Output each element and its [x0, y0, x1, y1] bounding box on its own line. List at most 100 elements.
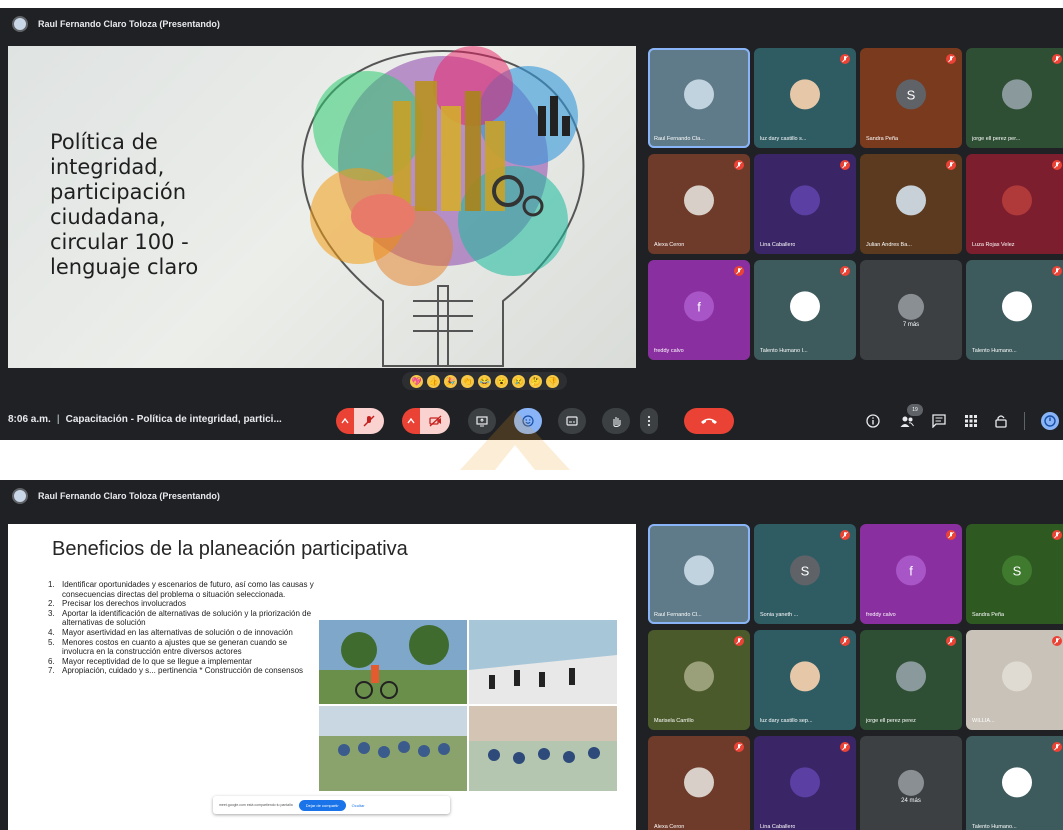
people-icon[interactable]	[900, 414, 914, 428]
reaction-emoji-button[interactable]: 👍	[427, 374, 440, 388]
meeting-details-info-icon[interactable]	[866, 414, 880, 428]
participant-tile[interactable]: Talento Humano I...	[754, 260, 856, 360]
reaction-emoji-button[interactable]: 🤔	[529, 374, 542, 388]
participant-name: jorge ell perez perez	[866, 718, 916, 724]
muted-mic-icon	[1052, 54, 1062, 64]
stop-sharing-button[interactable]: Dejar de compartir	[298, 799, 346, 811]
screen-share-banner: meet.google.com está compartiendo tu pan…	[213, 796, 450, 814]
participant-avatar	[684, 661, 714, 692]
timer-icon[interactable]	[1040, 411, 1060, 431]
list-item: 2. Precisar los derechos involucrados	[48, 599, 320, 609]
list-item-text: Mayor receptividad de lo que se llegue a…	[62, 656, 252, 666]
participant-tile[interactable]: Talento Humano...	[966, 260, 1063, 360]
reaction-emoji-button[interactable]: 😢	[512, 374, 525, 388]
host-controls-lock-icon[interactable]	[994, 414, 1008, 428]
shared-slide: Beneficios de la planeación participativ…	[8, 524, 636, 830]
participant-avatar	[790, 79, 820, 110]
participant-tile[interactable]: 24 más	[860, 736, 962, 830]
muted-mic-icon	[1052, 636, 1062, 646]
participant-name: Luza Rojas Velez	[972, 242, 1015, 248]
participant-avatar	[896, 185, 926, 216]
participant-tile[interactable]: jorge ell perez perez	[860, 630, 962, 730]
watermark-logo	[460, 410, 570, 470]
participant-tile[interactable]: Talento Humano...	[966, 736, 1063, 830]
muted-mic-icon	[946, 530, 956, 540]
participant-name: luz dary castillo s...	[760, 136, 807, 142]
list-item-number: 5.	[48, 637, 55, 647]
muted-mic-icon	[946, 636, 956, 646]
mic-options-button[interactable]	[336, 408, 354, 434]
presenting-bar: Raul Fernando Claro Toloza (Presentando)	[0, 8, 1063, 40]
grouped-avatars	[898, 293, 924, 320]
participant-name: Sonia yaneth ...	[760, 612, 799, 618]
participant-tile[interactable]: f freddy calvo	[648, 260, 750, 360]
reactions-bar: 💖 👍 🎉 👏 😂 😮 😢 🤔 👎	[402, 372, 567, 390]
muted-mic-icon	[734, 266, 744, 276]
participant-name: Marisela Carrillo	[654, 718, 694, 724]
hide-banner-button[interactable]: Ocultar	[352, 803, 365, 808]
participant-name: luz dary castillo sep...	[760, 718, 813, 724]
participant-tile[interactable]: Lina Caballero	[754, 154, 856, 254]
participant-name: freddy calvo	[654, 348, 684, 354]
chat-icon[interactable]	[932, 414, 946, 428]
participant-tile[interactable]: f freddy calvo	[860, 524, 962, 624]
participant-avatar: S	[1002, 555, 1032, 586]
participant-tile[interactable]: Lina Caballero	[754, 736, 856, 830]
participant-avatar	[1002, 185, 1032, 216]
participant-tile[interactable]: S Sandra Peña	[860, 48, 962, 148]
participant-name: Talento Humano...	[972, 348, 1017, 354]
participant-tile[interactable]: Raul Fernando Cla...	[648, 48, 750, 148]
reaction-emoji-button[interactable]: 🎉	[444, 374, 457, 388]
participant-tile[interactable]: Alexa Ceron	[648, 736, 750, 830]
participant-tile[interactable]: WILLIA...	[966, 630, 1063, 730]
participant-avatar	[1002, 767, 1032, 798]
meeting-time: 8:06 a.m.	[8, 414, 51, 425]
reaction-emoji-button[interactable]: 👏	[461, 374, 474, 388]
mic-toggle-button[interactable]	[354, 408, 384, 434]
list-item-text: Precisar los derechos involucrados	[62, 599, 187, 609]
participant-avatar	[684, 79, 714, 110]
participant-tile[interactable]: S Sandra Peña	[966, 524, 1063, 624]
participant-avatar: S	[790, 555, 820, 586]
muted-mic-icon	[840, 636, 850, 646]
participant-tile[interactable]: S Sonia yaneth ...	[754, 524, 856, 624]
participant-tile[interactable]: jorge ell perez per...	[966, 48, 1063, 148]
participant-name: Julian Andres Ba...	[866, 242, 912, 248]
avatar-initial: S	[800, 562, 810, 578]
more-participants-label: 24 más	[901, 798, 921, 804]
participant-tile[interactable]: Alexa Ceron	[648, 154, 750, 254]
participant-tile[interactable]: Raul Fernando Cl...	[648, 524, 750, 624]
muted-mic-icon	[1052, 530, 1062, 540]
muted-mic-icon	[734, 742, 744, 752]
reaction-emoji-button[interactable]: 😮	[495, 374, 508, 388]
list-item-number: 7.	[48, 666, 55, 676]
participant-name: freddy calvo	[866, 612, 896, 618]
avatar-initial: S	[906, 86, 916, 102]
leave-call-button[interactable]	[684, 408, 734, 434]
participant-name: Talento Humano...	[972, 824, 1017, 830]
participant-name: Alexa Ceron	[654, 242, 685, 248]
participant-tile[interactable]: 7 más	[860, 260, 962, 360]
participant-name: Alexa Ceron	[654, 824, 685, 830]
shared-slide: Política de integridad, participación ci…	[8, 46, 636, 368]
participant-avatar	[1002, 661, 1032, 692]
reaction-emoji-button[interactable]: 😂	[478, 374, 491, 388]
reaction-emoji-button[interactable]: 💖	[410, 374, 423, 388]
presenting-bar: Raul Fernando Claro Toloza (Presentando)	[0, 480, 1063, 512]
participant-avatar	[790, 291, 820, 322]
participant-tile[interactable]: Julian Andres Ba...	[860, 154, 962, 254]
list-item: 4. Mayor asertividad en las alternativas …	[48, 628, 320, 638]
reaction-emoji-button[interactable]: 👎	[546, 374, 559, 388]
participant-name: WILLIA...	[972, 718, 995, 724]
participant-tile[interactable]: luz dary castillo sep...	[754, 630, 856, 730]
activities-grid-icon[interactable]	[964, 414, 978, 428]
avatar-initial: S	[1012, 562, 1022, 578]
muted-mic-icon	[1052, 742, 1062, 752]
participant-avatar	[1002, 291, 1032, 322]
more-options-button[interactable]	[640, 408, 658, 434]
participant-avatar	[896, 661, 926, 692]
participant-tile[interactable]: luz dary castillo s...	[754, 48, 856, 148]
participant-tile[interactable]: Luza Rojas Velez	[966, 154, 1063, 254]
participant-tile[interactable]: Marisela Carrillo	[648, 630, 750, 730]
avatar-initial: f	[697, 298, 701, 314]
